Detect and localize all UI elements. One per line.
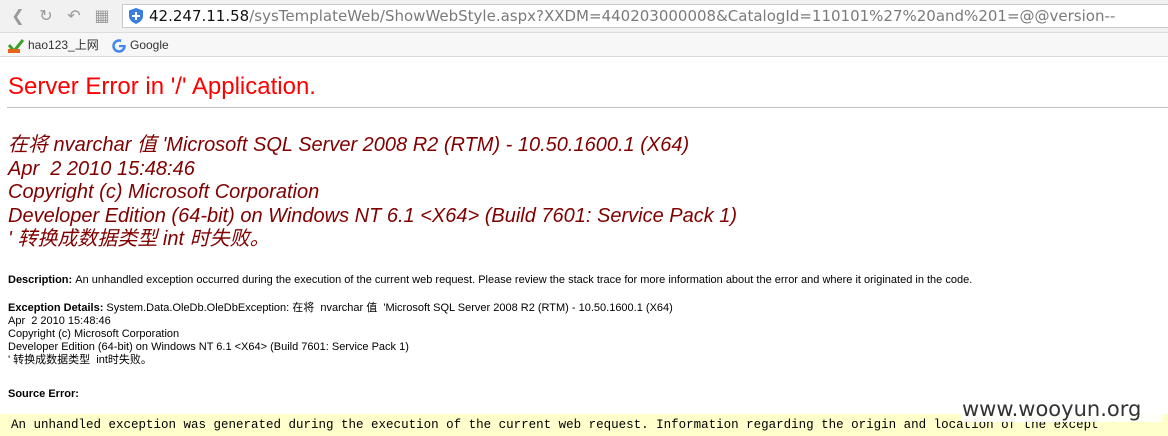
bookmarks-bar: hao123_上网 Google xyxy=(0,33,1168,57)
source-error-label: Source Error: xyxy=(8,388,79,400)
page-title: Server Error in '/' Application. xyxy=(8,73,316,100)
google-icon xyxy=(112,39,126,53)
divider xyxy=(7,107,1168,108)
description-label: Description: xyxy=(8,274,76,286)
description: Description: An unhandled exception occu… xyxy=(8,274,972,287)
address-bar[interactable]: 42.247.11.58/sysTemplateWeb/ShowWebStyle… xyxy=(122,4,1168,28)
undo-icon[interactable]: ↶ xyxy=(64,6,84,26)
bookmark-google[interactable]: Google xyxy=(112,36,169,54)
shield-icon xyxy=(129,8,143,24)
description-text: An unhandled exception occurred during t… xyxy=(75,274,973,286)
bookmark-label: hao123_上网 xyxy=(28,38,99,52)
grid-icon[interactable]: ▦ xyxy=(92,6,112,26)
watermark: www.wooyun.org xyxy=(962,396,1162,422)
url-host: 42.247.11.58 xyxy=(149,7,250,25)
url-path: /sysTemplateWeb/ShowWebStyle.aspx?XXDM=4… xyxy=(249,7,1116,25)
exception-text: System.Data.OleDb.OleDbException: 在将 nva… xyxy=(8,302,673,366)
exception-label: Exception Details: xyxy=(8,302,107,314)
bookmark-label: Google xyxy=(130,38,169,52)
hao123-icon xyxy=(8,38,24,53)
reload-icon[interactable]: ↻ xyxy=(36,6,56,26)
bookmark-hao123[interactable]: hao123_上网 xyxy=(8,36,99,54)
exception-details: Exception Details: System.Data.OleDb.Ole… xyxy=(8,302,676,367)
browser-toolbar: ❮ ↻ ↶ ▦ 42.247.11.58/sysTemplateWeb/Show… xyxy=(0,0,1168,33)
source-error: Source Error: xyxy=(8,388,79,401)
source-code-text: An unhandled exception was generated dur… xyxy=(11,418,1099,432)
back-icon[interactable]: ❮ xyxy=(8,6,28,26)
error-message: 在将 nvarchar 值 'Microsoft SQL Server 2008… xyxy=(8,134,738,250)
url-text[interactable]: 42.247.11.58/sysTemplateWeb/ShowWebStyle… xyxy=(149,7,1115,25)
